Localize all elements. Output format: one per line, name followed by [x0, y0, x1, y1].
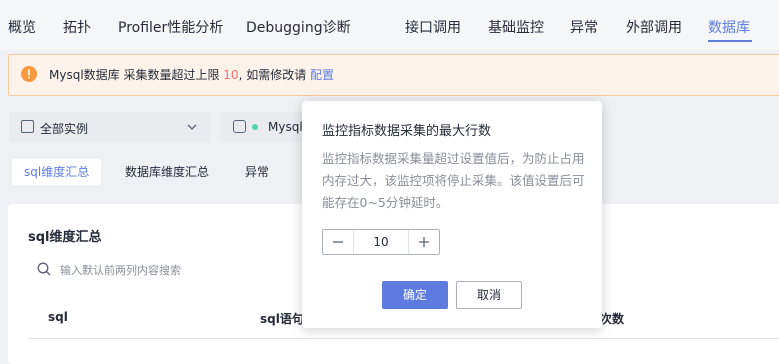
instance-select[interactable]: 全部实例 — [9, 112, 211, 142]
search-input[interactable]: 输入默认前两列内容搜索 — [60, 262, 181, 278]
database-icon — [233, 120, 246, 133]
alert-text-before: Mysql数据库 采集数量超过上限 — [49, 68, 224, 82]
nav-item-debugging[interactable]: Debugging诊断 — [246, 17, 351, 37]
warning-icon — [21, 66, 37, 82]
confirm-button[interactable]: 确定 — [382, 281, 448, 309]
nav-item-database[interactable]: 数据库 — [708, 17, 750, 37]
nav-item-basic-monitoring[interactable]: 基础监控 — [488, 17, 544, 37]
active-tab-indicator — [708, 40, 752, 42]
database-select[interactable]: Mysql — [220, 112, 310, 142]
subtab-exceptions[interactable]: 异常 — [233, 159, 281, 185]
popover-description: 监控指标数据采集量超过设置值后，为防止占用内存过大，该监控项将停止采集。该值设置… — [322, 151, 585, 210]
max-rows-stepper[interactable]: 10 — [322, 229, 440, 255]
alert-config-link[interactable]: 配置 — [310, 68, 334, 82]
status-dot-icon — [252, 124, 258, 130]
nav-item-external-calls[interactable]: 外部调用 — [626, 17, 682, 37]
decrement-button[interactable] — [323, 230, 354, 254]
nav-item-exceptions[interactable]: 异常 — [570, 17, 598, 37]
alert-text-after: , 如需修改请 — [238, 68, 311, 82]
chevron-down-icon — [187, 124, 197, 130]
instance-icon — [21, 120, 34, 133]
table-header-divider — [28, 338, 779, 339]
minus-icon — [333, 241, 343, 243]
alert-message: Mysql数据库 采集数量超过上限 10, 如需修改请 配置 — [49, 66, 334, 83]
plus-icon — [419, 237, 429, 247]
instance-select-value: 全部实例 — [40, 122, 89, 136]
subtab-sql-summary[interactable]: sql维度汇总 — [12, 159, 102, 185]
max-rows-input[interactable]: 10 — [354, 230, 408, 254]
column-header-count[interactable]: 次数 — [600, 310, 624, 327]
column-header-sql-statement[interactable]: sql语句 — [260, 310, 304, 327]
nav-item-topology[interactable]: 拓扑 — [63, 17, 91, 37]
search-icon — [37, 262, 51, 276]
increment-button[interactable] — [408, 230, 439, 254]
cancel-button[interactable]: 取消 — [456, 281, 522, 309]
nav-item-api-calls[interactable]: 接口调用 — [405, 17, 461, 37]
subtab-db-summary[interactable]: 数据库维度汇总 — [113, 159, 221, 185]
column-header-sql[interactable]: sql — [48, 310, 68, 324]
nav-item-overview[interactable]: 概览 — [8, 17, 36, 37]
card-title: sql维度汇总 — [28, 230, 102, 245]
popover-title: 监控指标数据采集的最大行数 — [322, 124, 492, 139]
alert-limit-value: 10 — [223, 68, 239, 82]
database-select-value: Mysql — [268, 120, 303, 134]
nav-item-profiler[interactable]: Profiler性能分析 — [118, 17, 223, 37]
top-nav: 概览 拓扑 Profiler性能分析 Debugging诊断 接口调用 基础监控… — [0, 0, 779, 50]
